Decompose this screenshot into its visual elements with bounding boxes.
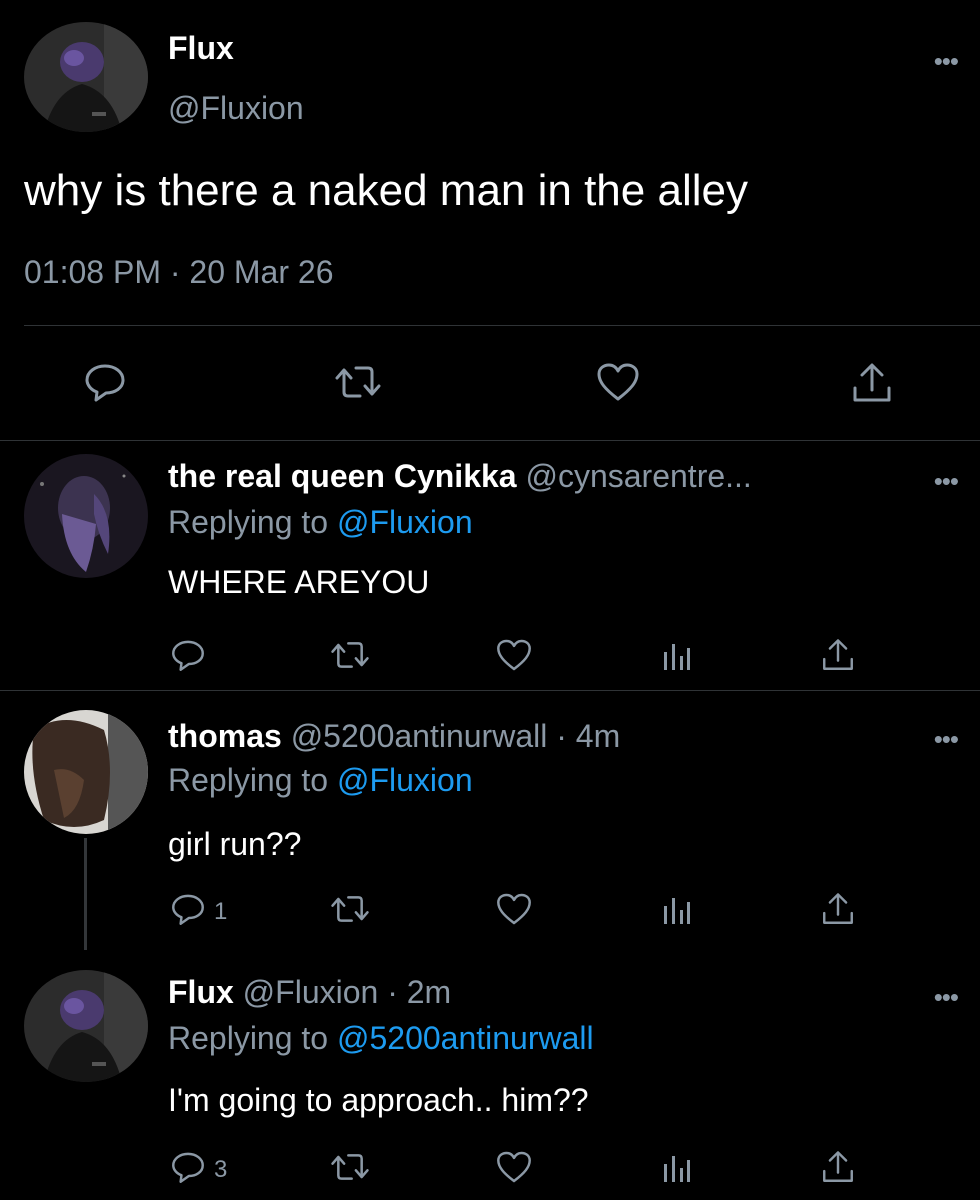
divider (24, 325, 980, 326)
like-icon[interactable] (495, 1150, 533, 1189)
reply-tweet[interactable]: thomas @5200antinurwall · 4m ••• Replyin… (0, 692, 980, 950)
retweet-icon[interactable] (334, 362, 382, 407)
reply-author-name[interactable]: the real queen Cynikka (168, 458, 517, 494)
reply-text: WHERE AREYOU (168, 564, 430, 600)
reply-author-handle[interactable]: @cynsarentre... (525, 458, 751, 494)
reply-author-name[interactable]: thomas (168, 718, 282, 754)
reply-time[interactable]: · 4m (556, 718, 620, 754)
reply-count: 3 (214, 1156, 228, 1183)
more-horizontal-icon[interactable]: ••• (934, 468, 959, 494)
share-icon[interactable] (820, 892, 856, 931)
reply-author-handle[interactable]: @Fluxion (243, 974, 379, 1010)
reply-tweet[interactable]: Flux @Fluxion · 2m ••• Replying to @5200… (0, 950, 980, 1200)
analytics-icon[interactable] (660, 640, 692, 677)
reply-text: girl run?? (168, 826, 302, 862)
like-icon[interactable] (495, 892, 533, 931)
thread-line (84, 838, 87, 950)
replying-mention[interactable]: @5200antinurwall (337, 1020, 594, 1056)
tweet-text: why is there a naked man in the alley (24, 166, 748, 215)
reply-text: I'm going to approach.. him?? (168, 1082, 589, 1118)
author-name[interactable]: Flux (168, 30, 234, 67)
share-icon[interactable] (820, 638, 856, 677)
retweet-icon[interactable] (330, 1150, 370, 1189)
reply-avatar[interactable] (24, 454, 148, 578)
reply-author-name[interactable]: Flux (168, 974, 234, 1010)
more-horizontal-icon[interactable]: ••• (934, 48, 959, 74)
replying-mention[interactable]: @Fluxion (337, 504, 473, 540)
replying-to: Replying to @Fluxion (168, 504, 473, 541)
reply-author-handle[interactable]: @5200antinurwall (291, 718, 548, 754)
divider (0, 690, 980, 691)
reply-header: thomas @5200antinurwall · 4m (168, 718, 620, 755)
reply-count: 1 (214, 898, 228, 925)
more-horizontal-icon[interactable]: ••• (934, 726, 959, 752)
author-avatar[interactable] (24, 22, 148, 132)
main-tweet: Flux @Fluxion ••• why is there a naked m… (0, 0, 980, 442)
like-icon[interactable] (495, 638, 533, 677)
like-icon[interactable] (595, 362, 641, 407)
replying-to: Replying to @Fluxion (168, 762, 473, 799)
author-handle[interactable]: @Fluxion (168, 90, 304, 127)
reply-icon[interactable] (170, 892, 206, 931)
replying-to: Replying to @5200antinurwall (168, 1020, 594, 1057)
replying-label: Replying to (168, 504, 329, 540)
reply-time[interactable]: · 2m (387, 974, 451, 1010)
analytics-icon[interactable] (660, 1152, 692, 1189)
divider (0, 440, 980, 441)
retweet-icon[interactable] (330, 892, 370, 931)
reply-icon[interactable] (83, 362, 127, 407)
more-horizontal-icon[interactable]: ••• (934, 984, 959, 1010)
replying-label: Replying to (168, 1020, 329, 1056)
share-icon[interactable] (820, 1150, 856, 1189)
reply-icon[interactable] (170, 638, 206, 677)
reply-header: Flux @Fluxion · 2m (168, 974, 451, 1011)
analytics-icon[interactable] (660, 894, 692, 931)
share-icon[interactable] (850, 362, 894, 409)
reply-icon[interactable] (170, 1150, 206, 1189)
tweet-timestamp[interactable]: 01:08 PM · 20 Mar 26 (24, 254, 333, 291)
retweet-icon[interactable] (330, 638, 370, 677)
replying-label: Replying to (168, 762, 329, 798)
reply-tweet[interactable]: the real queen Cynikka @cynsarentre... •… (0, 442, 980, 692)
reply-header: the real queen Cynikka @cynsarentre... (168, 458, 752, 495)
replying-mention[interactable]: @Fluxion (337, 762, 473, 798)
reply-avatar[interactable] (24, 710, 148, 834)
reply-avatar[interactable] (24, 970, 148, 1082)
